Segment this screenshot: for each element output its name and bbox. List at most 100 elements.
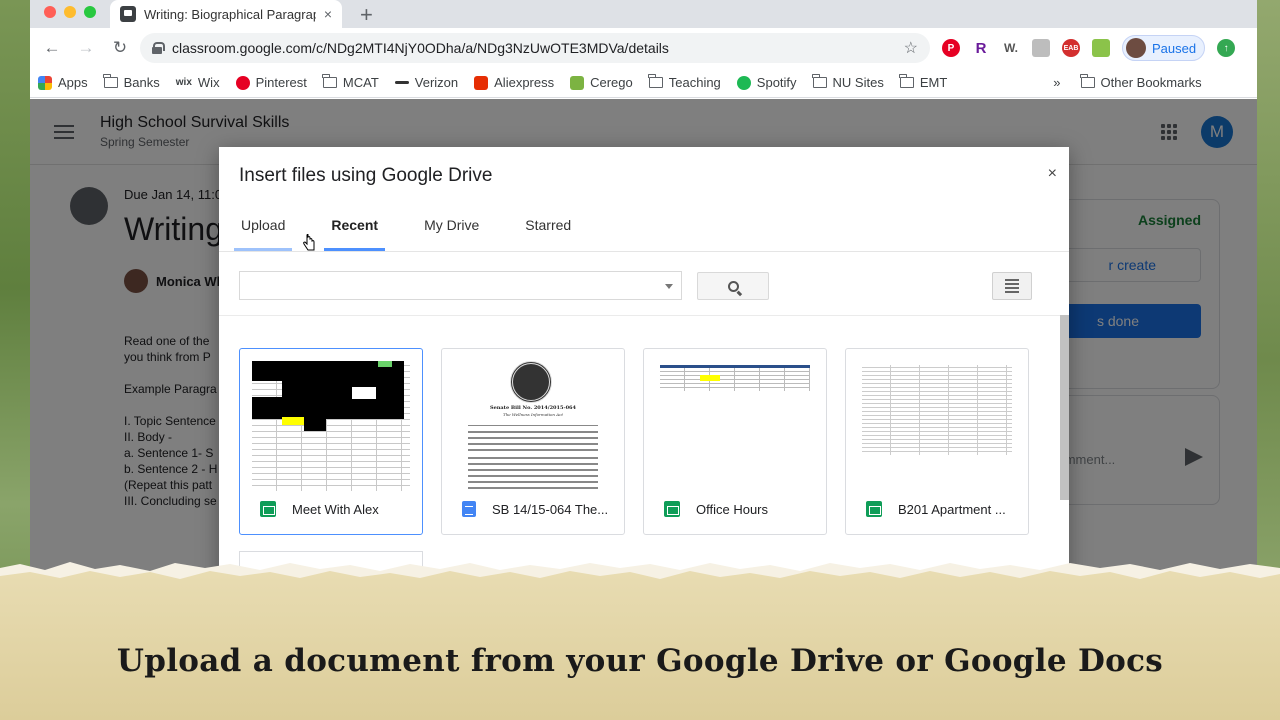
bookmark-spotify[interactable]: Spotify [736, 75, 797, 90]
bookmark-teaching[interactable]: Teaching [648, 74, 721, 90]
back-arrow-icon[interactable]: ← [38, 34, 66, 62]
maximize-window-button[interactable] [84, 6, 96, 18]
file-card-b201-apartment[interactable]: B201 Apartment ... [845, 348, 1029, 535]
tab-upload[interactable]: Upload [233, 211, 293, 251]
tab-strip: Writing: Biographical Paragrap × + [30, 0, 1257, 28]
bookmark-cerego[interactable]: Cerego [570, 75, 633, 90]
aliexpress-icon [474, 75, 489, 90]
folder-icon [899, 74, 914, 88]
minimize-window-button[interactable] [64, 6, 76, 18]
bookmark-wix[interactable]: wix Wix [176, 75, 220, 90]
bookmark-label: EMT [919, 75, 948, 90]
bookmarks-overflow-button[interactable]: » [1053, 75, 1060, 90]
sheets-icon [866, 501, 882, 517]
bookmark-verizon[interactable]: Verizon [394, 75, 459, 90]
bookmark-label: Wix [197, 75, 220, 90]
dialog-title: Insert files using Google Drive [239, 165, 493, 186]
folder-icon [648, 74, 663, 88]
bookmark-label: Pinterest [255, 75, 307, 90]
browser-tab[interactable]: Writing: Biographical Paragrap × [110, 0, 342, 28]
bookmark-aliexpress[interactable]: Aliexpress [474, 75, 554, 90]
url-text[interactable]: classroom.google.com/c/NDg2MTI4NjY0ODha/… [172, 40, 894, 56]
update-arrow-icon[interactable]: ↑ [1217, 39, 1236, 57]
window-controls [44, 6, 96, 18]
file-footer: Office Hours [644, 484, 826, 534]
insert-files-dialog: Insert files using Google Drive × Upload… [219, 147, 1069, 587]
address-bar[interactable]: classroom.google.com/c/NDg2MTI4NjY0ODha/… [140, 33, 930, 63]
profile-status: Paused [1152, 40, 1197, 56]
eab-extension-icon[interactable]: EAB [1062, 39, 1080, 57]
bookmark-label: Aliexpress [494, 75, 555, 90]
bookmark-label: Verizon [414, 75, 459, 90]
wix-icon: wix [175, 77, 192, 88]
sheets-icon [260, 501, 276, 517]
w-extension-icon[interactable]: W. [1002, 39, 1020, 57]
tab-starred[interactable]: Starred [521, 211, 575, 251]
spotify-icon [736, 75, 751, 90]
doc-thumb-subtitle: The Wellness Information Act [503, 412, 563, 417]
caption-text: Upload a document from your Google Drive… [116, 643, 1164, 679]
file-thumbnail: Senate Bill No. 2014/2015-064 The Wellne… [454, 361, 612, 491]
bookmark-apps[interactable]: Apps [38, 75, 88, 90]
hand-cursor-icon [303, 234, 315, 251]
bookmark-label: Teaching [668, 75, 721, 90]
scrollbar[interactable] [1060, 315, 1069, 500]
bookmarks-bar: Apps Banks wix Wix Pinterest MCAT Verizo… [30, 68, 1257, 98]
bookmark-label: Other Bookmarks [1100, 75, 1202, 90]
tab-title: Writing: Biographical Paragrap [144, 6, 316, 22]
close-window-button[interactable] [44, 6, 56, 18]
bookmark-banks[interactable]: Banks [103, 74, 160, 90]
pinterest-extension-icon[interactable]: P [942, 39, 960, 57]
search-input[interactable] [239, 271, 682, 300]
bookmark-star-icon[interactable]: ☆ [904, 38, 918, 58]
bookmark-label: Cerego [590, 75, 633, 90]
plant-extension-icon[interactable] [1092, 39, 1110, 57]
file-footer: Meet With Alex [240, 484, 422, 534]
reload-icon[interactable]: ↻ [106, 34, 134, 62]
folder-icon [322, 74, 337, 88]
browser-toolbar: ← → ↻ classroom.google.com/c/NDg2MTI4NjY… [30, 28, 1257, 68]
bookmark-label: Banks [123, 75, 160, 90]
classroom-favicon-icon [120, 6, 136, 22]
dialog-tabs: Upload Recent My Drive Starred [233, 211, 613, 251]
search-button[interactable] [697, 272, 769, 300]
profile-avatar [1126, 38, 1146, 58]
file-name: SB 14/15-064 The... [492, 501, 609, 517]
file-card-meet-with-alex[interactable]: Meet With Alex [239, 348, 423, 535]
file-name: B201 Apartment ... [898, 501, 1006, 517]
file-name: Office Hours [696, 501, 769, 517]
bookmark-mcat[interactable]: MCAT [322, 74, 379, 90]
r-extension-icon[interactable]: R [972, 39, 990, 57]
lock-icon [152, 42, 165, 54]
bookmark-emt[interactable]: EMT [899, 74, 948, 90]
apps-grid-icon [38, 75, 52, 90]
new-tab-button[interactable]: + [360, 2, 373, 28]
sheets-icon [664, 501, 680, 517]
folder-icon [812, 74, 827, 88]
file-card-office-hours[interactable]: Office Hours [643, 348, 827, 535]
folder-icon [1080, 74, 1095, 88]
folder-icon [103, 74, 118, 88]
tab-close-icon[interactable]: × [324, 6, 332, 22]
file-card-sb-14-15-064[interactable]: Senate Bill No. 2014/2015-064 The Wellne… [441, 348, 625, 535]
seal-icon [510, 361, 552, 403]
bookmark-label: MCAT [342, 75, 379, 90]
tab-recent[interactable]: Recent [324, 211, 385, 251]
file-thumbnail [252, 361, 410, 491]
tab-my-drive[interactable]: My Drive [420, 211, 483, 251]
verizon-icon [394, 81, 409, 84]
pinterest-icon [235, 75, 250, 90]
clipboard-extension-icon[interactable] [1032, 39, 1050, 57]
forward-arrow-icon[interactable]: → [72, 34, 100, 62]
bookmark-other-bookmarks[interactable]: Other Bookmarks [1080, 74, 1202, 90]
tabs-divider [219, 251, 1069, 252]
bookmark-pinterest[interactable]: Pinterest [235, 75, 307, 90]
file-name: Meet With Alex [292, 501, 379, 517]
file-thumbnail [656, 361, 814, 491]
profile-button[interactable]: Paused [1122, 35, 1206, 61]
close-icon[interactable]: × [1048, 165, 1057, 183]
search-icon [727, 280, 739, 292]
list-view-button[interactable] [992, 272, 1032, 300]
file-footer: SB 14/15-064 The... [442, 484, 624, 534]
bookmark-nu-sites[interactable]: NU Sites [812, 74, 884, 90]
